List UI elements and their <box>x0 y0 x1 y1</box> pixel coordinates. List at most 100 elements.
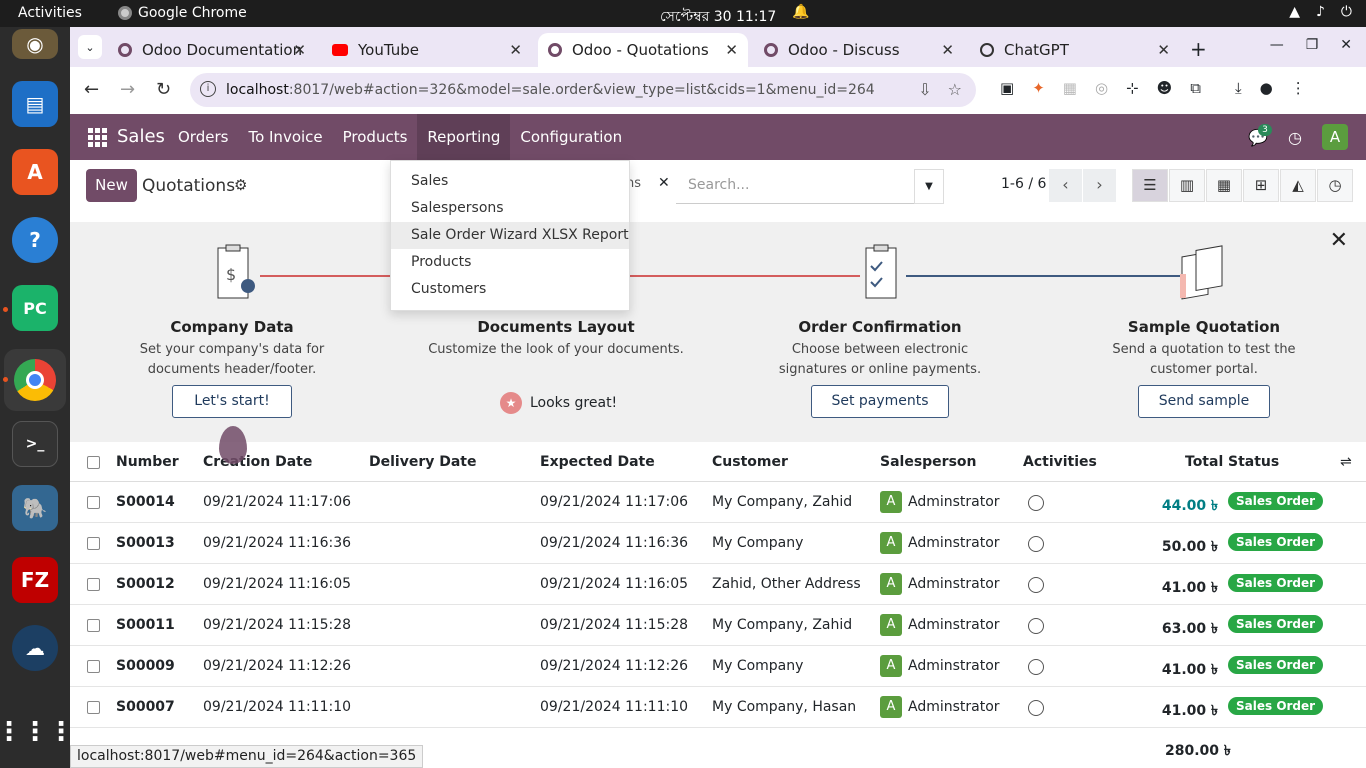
kanban-view-icon[interactable]: ▥ <box>1169 169 1205 202</box>
rhythmbox-icon[interactable]: ◉ <box>12 29 58 59</box>
list-view-icon[interactable]: ☰ <box>1132 169 1168 202</box>
set-payments-button[interactable]: Set payments <box>811 385 949 418</box>
cloud-app-icon[interactable]: ☁ <box>12 625 58 671</box>
profile-avatar-icon[interactable]: ● <box>1260 79 1273 97</box>
user-avatar[interactable]: A <box>1322 124 1348 150</box>
minimize-icon[interactable]: — <box>1270 37 1284 53</box>
table-row[interactable]: S00007 09/21/2024 11:11:10 09/21/2024 11:1… <box>70 687 1366 728</box>
chat-icon[interactable]: 💬 3 <box>1248 123 1272 147</box>
apps-menu-icon[interactable] <box>88 128 107 147</box>
extensions-puzzle-icon[interactable]: ⧉ <box>1190 79 1201 97</box>
column-total[interactable]: Total <box>1185 454 1223 470</box>
tab-search-button[interactable]: ⌄ <box>78 35 102 59</box>
close-tab-icon[interactable]: ✕ <box>293 41 306 59</box>
app-brand[interactable]: Sales <box>117 126 165 147</box>
pgadmin-icon[interactable]: 🐘 <box>12 485 58 531</box>
extension-icon[interactable]: ☻ <box>1157 79 1173 97</box>
reporting-item-sales[interactable]: Sales <box>391 168 629 195</box>
close-onboarding-icon[interactable]: ✕ <box>1330 228 1348 253</box>
row-checkbox[interactable] <box>87 578 100 591</box>
reporting-item-salespersons[interactable]: Salespersons <box>391 195 629 222</box>
row-checkbox[interactable] <box>87 496 100 509</box>
menu-orders[interactable]: Orders <box>168 114 238 160</box>
menu-to-invoice[interactable]: To Invoice <box>238 114 332 160</box>
column-expected-date[interactable]: Expected Date <box>540 454 655 470</box>
tab-odoo-discuss[interactable]: Odoo - Discuss ✕ <box>754 33 964 67</box>
maximize-icon[interactable]: ❐ <box>1306 37 1319 53</box>
pycharm-icon[interactable]: PC <box>12 285 58 331</box>
close-tab-icon[interactable]: ✕ <box>725 41 738 59</box>
row-checkbox[interactable] <box>87 701 100 714</box>
reporting-item-products[interactable]: Products <box>391 249 629 276</box>
forward-icon[interactable]: → <box>120 79 135 100</box>
activity-clock-icon[interactable] <box>1028 618 1044 634</box>
column-creation-date[interactable]: Creation Date <box>203 454 312 470</box>
address-bar[interactable]: i localhost:8017/web#action=326&model=sa… <box>190 73 976 107</box>
site-info-icon[interactable]: i <box>200 81 216 97</box>
graph-view-icon[interactable]: ◭ <box>1280 169 1316 202</box>
row-checkbox[interactable] <box>87 660 100 673</box>
downloads-icon[interactable]: ⤓ <box>1235 79 1242 97</box>
activity-clock-icon[interactable] <box>1028 536 1044 552</box>
back-icon[interactable]: ← <box>84 79 99 100</box>
table-row[interactable]: S00014 09/21/2024 11:17:06 09/21/2024 11:1… <box>70 482 1366 523</box>
install-app-icon[interactable]: ⇩ <box>918 80 931 99</box>
close-tab-icon[interactable]: ✕ <box>509 41 522 59</box>
chrome-menu-icon[interactable]: ⋮ <box>1291 79 1306 97</box>
optional-columns-icon[interactable]: ⇌ <box>1340 454 1352 470</box>
pager-value[interactable]: 1-6 / 6 <box>1001 176 1046 192</box>
menu-products[interactable]: Products <box>333 114 418 160</box>
app-center-icon[interactable]: A <box>12 149 58 195</box>
calendar-view-icon[interactable]: ▦ <box>1206 169 1242 202</box>
table-row[interactable]: S00012 09/21/2024 11:16:05 09/21/2024 11:1… <box>70 564 1366 605</box>
select-all-checkbox[interactable] <box>87 456 100 469</box>
menu-reporting[interactable]: Reporting <box>417 114 511 160</box>
tab-chatgpt[interactable]: ChatGPT ✕ <box>970 33 1180 67</box>
bell-icon[interactable]: 🔔 <box>792 4 809 20</box>
show-apps-icon[interactable]: ⋮⋮⋮ <box>0 709 74 755</box>
active-app-indicator[interactable]: Google Chrome <box>118 5 247 21</box>
search-input[interactable]: Search... <box>676 169 914 204</box>
table-row[interactable]: S00013 09/21/2024 11:16:36 09/21/2024 11:1… <box>70 523 1366 564</box>
remove-facet-icon[interactable]: ✕ <box>658 175 670 191</box>
gear-icon[interactable]: ⚙ <box>234 176 247 194</box>
tab-odoo-documentation[interactable]: Odoo Documentation ✕ <box>108 33 316 67</box>
table-row[interactable]: S00011 09/21/2024 11:15:28 09/21/2024 11:1… <box>70 605 1366 646</box>
pager-previous-icon[interactable]: ‹ <box>1049 169 1082 202</box>
reporting-item-sale-order-wizard-xlsx-report[interactable]: Sale Order Wizard XLSX Report <box>391 222 629 249</box>
new-tab-icon[interactable]: + <box>1190 37 1207 61</box>
extension-icon[interactable]: ◎ <box>1095 79 1108 97</box>
menu-configuration[interactable]: Configuration <box>510 114 632 160</box>
close-window-icon[interactable]: ✕ <box>1340 37 1352 53</box>
filezilla-icon[interactable]: FZ <box>12 557 58 603</box>
column-status[interactable]: Status <box>1228 454 1279 470</box>
help-icon[interactable]: ? <box>12 217 58 263</box>
tab-odoo-quotations[interactable]: Odoo - Quotations ✕ <box>538 33 748 67</box>
activity-clock-icon[interactable] <box>1028 700 1044 716</box>
new-button[interactable]: New <box>86 169 137 202</box>
activities-button[interactable]: Activities <box>18 5 82 21</box>
pager-next-icon[interactable]: › <box>1083 169 1116 202</box>
terminal-icon[interactable]: >_ <box>12 421 58 467</box>
search-options-toggle[interactable]: ▼ <box>914 169 944 204</box>
extension-icon[interactable]: ⊹ <box>1126 79 1139 97</box>
document-viewer-icon[interactable]: ▤ <box>12 81 58 127</box>
extension-icon[interactable]: ▣ <box>1000 79 1014 97</box>
close-tab-icon[interactable]: ✕ <box>941 41 954 59</box>
activity-clock-icon[interactable] <box>1028 577 1044 593</box>
system-tray[interactable]: ▲ ♪ ⏻ <box>1289 4 1352 20</box>
column-activities[interactable]: Activities <box>1023 454 1097 470</box>
column-salesperson[interactable]: Salesperson <box>880 454 977 470</box>
column-number[interactable]: Number <box>116 454 179 470</box>
extension-icon[interactable]: ▦ <box>1063 79 1077 97</box>
column-customer[interactable]: Customer <box>712 454 788 470</box>
column-delivery-date[interactable]: Delivery Date <box>369 454 477 470</box>
reload-icon[interactable]: ↻ <box>156 79 171 100</box>
extension-icon[interactable]: ✦ <box>1032 79 1045 97</box>
tab-youtube[interactable]: YouTube ✕ <box>322 33 532 67</box>
chrome-dock-icon[interactable] <box>4 349 66 411</box>
activity-view-icon[interactable]: ◷ <box>1317 169 1353 202</box>
row-checkbox[interactable] <box>87 619 100 632</box>
activity-clock-icon[interactable] <box>1028 659 1044 675</box>
activity-clock-icon[interactable] <box>1028 495 1044 511</box>
